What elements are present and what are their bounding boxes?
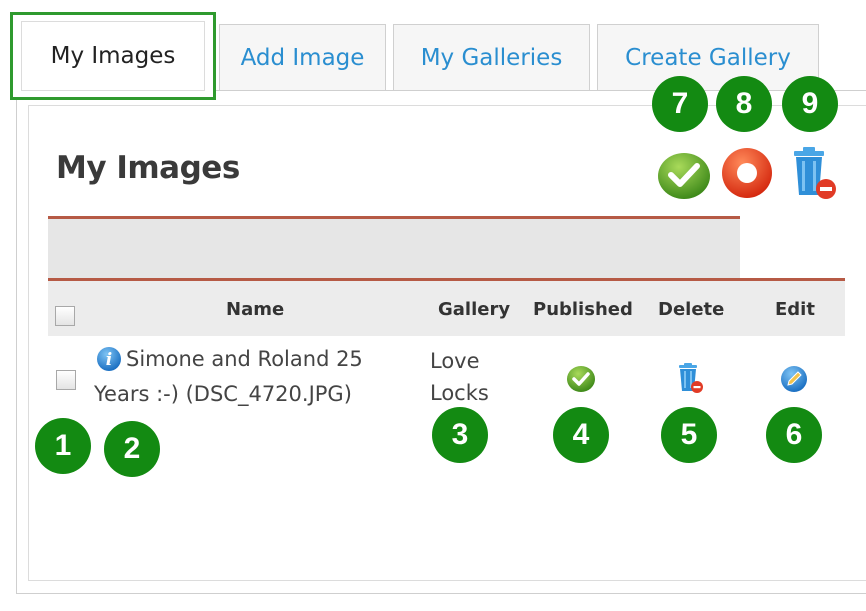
callout-badge-2: 2 — [104, 421, 160, 477]
tab-my-images-inner: My Images — [21, 21, 205, 91]
column-header-gallery[interactable]: Gallery — [438, 299, 510, 320]
table-header-row: Name Gallery Published Delete Edit — [48, 278, 845, 336]
tab-add-image[interactable]: Add Image — [219, 24, 386, 90]
row-delete-icon[interactable] — [676, 362, 704, 394]
column-header-name[interactable]: Name — [226, 299, 284, 320]
select-all-checkbox[interactable] — [55, 306, 75, 326]
callout-badge-5: 5 — [661, 407, 717, 463]
tab-my-images[interactable]: My Images — [10, 12, 216, 100]
info-icon[interactable]: i — [96, 346, 122, 372]
column-header-published[interactable]: Published — [533, 299, 633, 320]
gallery-name-line1: Love — [430, 349, 480, 373]
column-header-edit[interactable]: Edit — [775, 299, 815, 320]
callout-badge-9: 9 — [782, 76, 838, 132]
publish-check-icon[interactable] — [656, 148, 712, 200]
image-name-line1[interactable]: Simone and Roland 25 — [126, 343, 363, 375]
tab-label: My Galleries — [420, 44, 563, 71]
tab-create-gallery[interactable]: Create Gallery — [597, 24, 819, 90]
published-check-icon[interactable] — [566, 365, 596, 393]
tab-label: Create Gallery — [625, 44, 791, 71]
row-select-checkbox[interactable] — [56, 370, 76, 390]
svg-text:i: i — [106, 350, 112, 370]
callout-badge-6: 6 — [766, 407, 822, 463]
callout-badge-7: 7 — [652, 76, 708, 132]
callout-badge-4: 4 — [553, 407, 609, 463]
tab-label: My Images — [50, 43, 176, 69]
page-title: My Images — [56, 150, 240, 186]
callout-badge-3: 3 — [432, 407, 488, 463]
gallery-name-line2: Locks — [430, 381, 489, 405]
tab-my-galleries[interactable]: My Galleries — [393, 24, 590, 90]
unpublish-circle-icon[interactable] — [720, 146, 774, 200]
column-header-delete[interactable]: Delete — [658, 299, 724, 320]
list-toolbar-bar — [48, 216, 740, 281]
tab-label: Add Image — [240, 44, 365, 71]
callout-badge-8: 8 — [716, 76, 772, 132]
image-name-line2[interactable]: Years :-) (DSC_4720.JPG) — [94, 378, 352, 410]
trash-delete-icon[interactable] — [788, 145, 838, 201]
callout-badge-1: 1 — [35, 418, 91, 474]
edit-pencil-icon[interactable] — [779, 364, 809, 394]
